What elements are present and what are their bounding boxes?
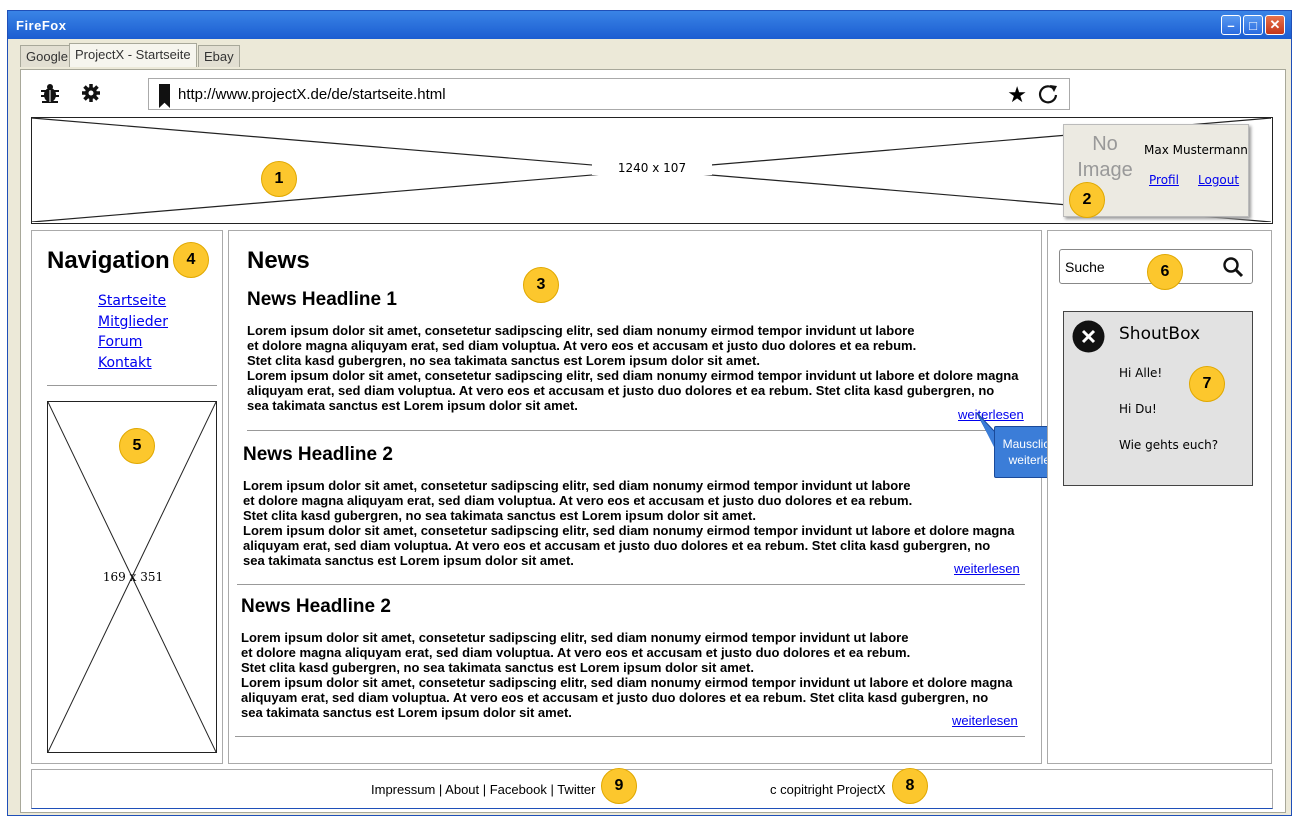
news-line: et dolore magna aliquyam erat, sed diam … [247,338,917,353]
tab-google[interactable]: Google [20,45,74,67]
news-headline: News Headline 2 [241,596,391,617]
news-divider [237,584,1025,585]
nav-item-forum[interactable]: Forum [98,332,168,353]
window-title: FireFox [16,18,67,33]
minimize-button[interactable]: – [1221,15,1241,35]
annotation-marker-5: 5 [119,428,155,464]
nav-item-kontakt[interactable]: Kontakt [98,353,168,374]
read-more-link[interactable]: weiterlesen [954,561,1020,576]
maximize-button[interactable]: □ [1243,15,1263,35]
news-title: News [247,247,310,274]
news-line: sea takimata sanctus est Lorem ipsum dol… [243,553,574,568]
news-line: sea takimata sanctus est Lorem ipsum dol… [241,705,572,720]
user-name: Max Mustermann [1144,143,1248,157]
title-bar: FireFox – □ ✕ [8,11,1291,39]
news-line: Stet clita kasd gubergren, no sea takima… [241,660,754,675]
nav-image-size-label: 169 x 351 [102,570,164,584]
news-line: Lorem ipsum dolor sit amet, consetetur s… [241,675,1013,690]
news-divider [235,736,1025,737]
news-headline: News Headline 1 [247,289,397,310]
news-divider [247,430,1025,431]
tab-projectx[interactable]: ProjectX - Startseite [69,43,197,67]
avatar-placeholder: No Image [1077,133,1133,181]
gear-icon[interactable] [80,82,102,104]
news-line: Lorem ipsum dolor sit amet, consetetur s… [243,523,1015,538]
star-icon[interactable]: ★ [1007,82,1027,108]
annotation-marker-8: 8 [892,768,928,804]
shoutbox: ShoutBox Hi Alle! Hi Du! Wie gehts euch? [1063,311,1253,486]
news-line: sea takimata sanctus est Lorem ipsum dol… [247,398,578,413]
bookmark-icon[interactable] [159,84,170,108]
browser-content: http://www.projectX.de/de/startseite.htm… [20,69,1286,813]
annotation-marker-1: 1 [261,161,297,197]
news-line: Lorem ipsum dolor sit amet, consetetur s… [241,630,909,645]
browser-window: FireFox – □ ✕ Google ProjectX - Startsei… [7,10,1292,816]
news-line: Lorem ipsum dolor sit amet, consetetur s… [247,323,915,338]
maximize-icon: □ [1249,17,1257,33]
nav-divider [47,385,217,386]
search-input[interactable]: Suche [1065,259,1105,275]
navigation-panel: Navigation Startseite Mitglieder Forum K… [31,230,223,764]
url-text[interactable]: http://www.projectX.de/de/startseite.htm… [178,86,446,103]
nav-list: Startseite Mitglieder Forum Kontakt [98,291,168,373]
footer-links[interactable]: Impressum | About | Facebook | Twitter [371,782,596,797]
navigation-title: Navigation [47,247,170,274]
banner-size-label: 1240 x 107 [592,161,712,175]
shoutbox-message: Hi Du! [1119,402,1157,416]
close-icon[interactable] [1072,320,1105,353]
annotation-marker-7: 7 [1189,366,1225,402]
copyright-text: c copitright ProjectX [770,782,886,797]
news-line: aliquyam erat, sed diam voluptua. At ver… [243,538,991,553]
read-more-link[interactable]: weiterlesen [952,713,1018,728]
shoutbox-message: Hi Alle! [1119,366,1163,380]
news-line: et dolore magna aliquyam erat, sed diam … [241,645,911,660]
nav-item-mitglieder[interactable]: Mitglieder [98,312,168,333]
news-line: aliquyam erat, sed diam voluptua. At ver… [241,690,989,705]
address-bar[interactable]: http://www.projectX.de/de/startseite.htm… [148,78,1070,110]
news-line: Lorem ipsum dolor sit amet, consetetur s… [243,478,911,493]
sidebar-panel: Suche ShoutBox Hi Alle! Hi Du! Wie gehts… [1047,230,1272,764]
footer: Impressum | About | Facebook | Twitter c… [31,769,1273,809]
news-line: Lorem ipsum dolor sit amet, consetetur s… [247,368,1019,383]
close-button[interactable]: ✕ [1265,15,1285,35]
news-text: Lorem ipsum dolor sit amet, consetetur s… [243,478,1033,568]
news-panel: News News Headline 1 Lorem ipsum dolor s… [228,230,1084,764]
reload-icon[interactable] [1037,83,1059,105]
news-line: Stet clita kasd gubergren, no sea takima… [243,508,756,523]
news-item: News Headline 2 Lorem ipsum dolor sit am… [241,596,1031,728]
annotation-marker-6: 6 [1147,254,1183,290]
annotation-marker-4: 4 [173,242,209,278]
news-text: Lorem ipsum dolor sit amet, consetetur s… [241,630,1031,720]
shoutbox-message: Wie gehts euch? [1119,438,1219,452]
bug-icon[interactable] [39,82,61,104]
news-item: News Headline 2 Lorem ipsum dolor sit am… [243,444,1033,576]
profile-link[interactable]: Profil [1149,173,1179,187]
news-headline: News Headline 2 [243,444,393,465]
minimize-icon: – [1227,17,1235,33]
annotation-marker-9: 9 [601,768,637,804]
close-icon: ✕ [1269,17,1281,32]
nav-item-startseite[interactable]: Startseite [98,291,168,312]
tab-ebay[interactable]: Ebay [198,45,240,67]
news-line: aliquyam erat, sed diam voluptua. At ver… [247,383,995,398]
news-line: Stet clita kasd gubergren, no sea takima… [247,353,760,368]
annotation-marker-3: 3 [523,267,559,303]
logout-link[interactable]: Logout [1198,173,1239,187]
shoutbox-title: ShoutBox [1119,324,1201,344]
news-item: News Headline 1 Lorem ipsum dolor sit am… [247,289,1037,422]
search-icon[interactable] [1222,256,1244,278]
news-line: et dolore magna aliquyam erat, sed diam … [243,493,913,508]
annotation-marker-2: 2 [1069,182,1105,218]
news-text: Lorem ipsum dolor sit amet, consetetur s… [247,323,1037,413]
